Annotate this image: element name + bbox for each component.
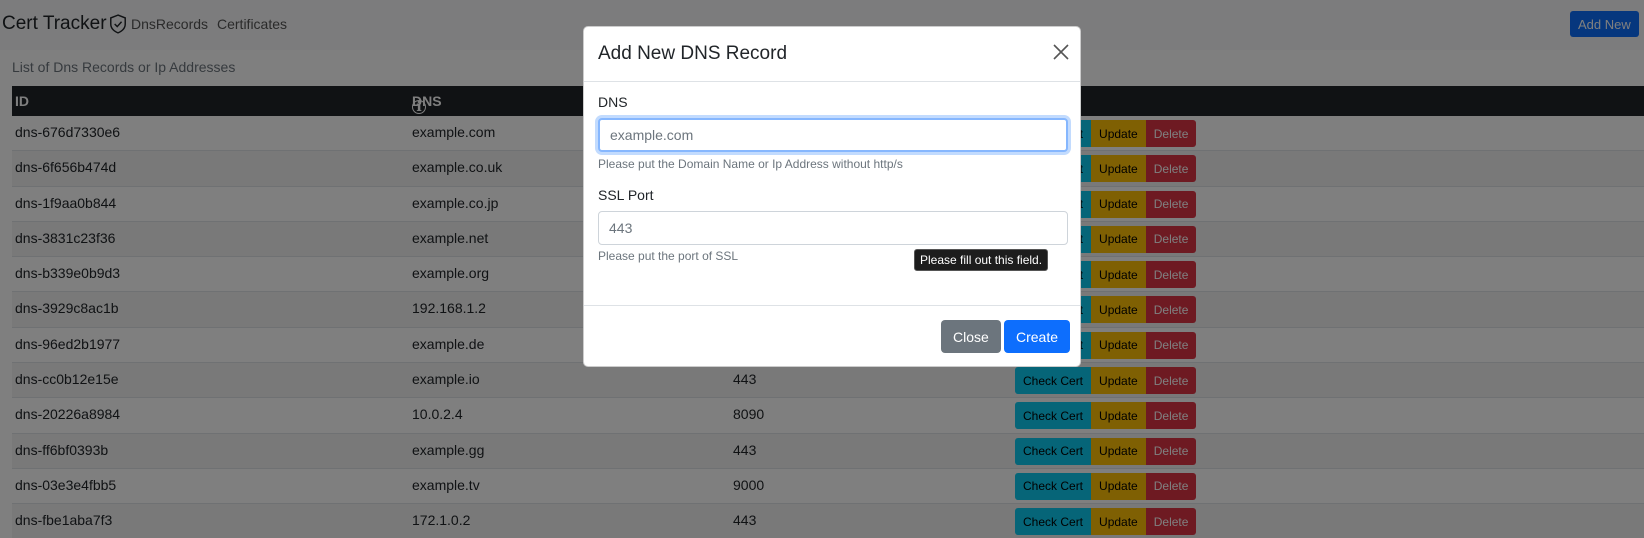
create-button[interactable]: Create: [1004, 320, 1071, 353]
close-button[interactable]: Close: [941, 320, 1001, 353]
ssl-port-input[interactable]: [598, 211, 1068, 245]
modal-header: Add New DNS Record: [584, 27, 1080, 82]
dns-label: DNS: [598, 94, 628, 110]
validation-tooltip: Please fill out this field.: [914, 249, 1049, 271]
ssl-port-help-text: Please put the port of SSL: [598, 249, 739, 263]
dns-input[interactable]: [598, 118, 1068, 152]
modal-title: Add New DNS Record: [598, 43, 788, 64]
modal-footer: Close Create: [584, 305, 1080, 367]
close-icon[interactable]: [1052, 43, 1070, 61]
ssl-port-label: SSL Port: [598, 187, 654, 203]
dns-help-text: Please put the Domain Name or Ip Address…: [598, 157, 903, 171]
add-dns-modal: Add New DNS Record DNS Please put the Do…: [583, 26, 1081, 367]
